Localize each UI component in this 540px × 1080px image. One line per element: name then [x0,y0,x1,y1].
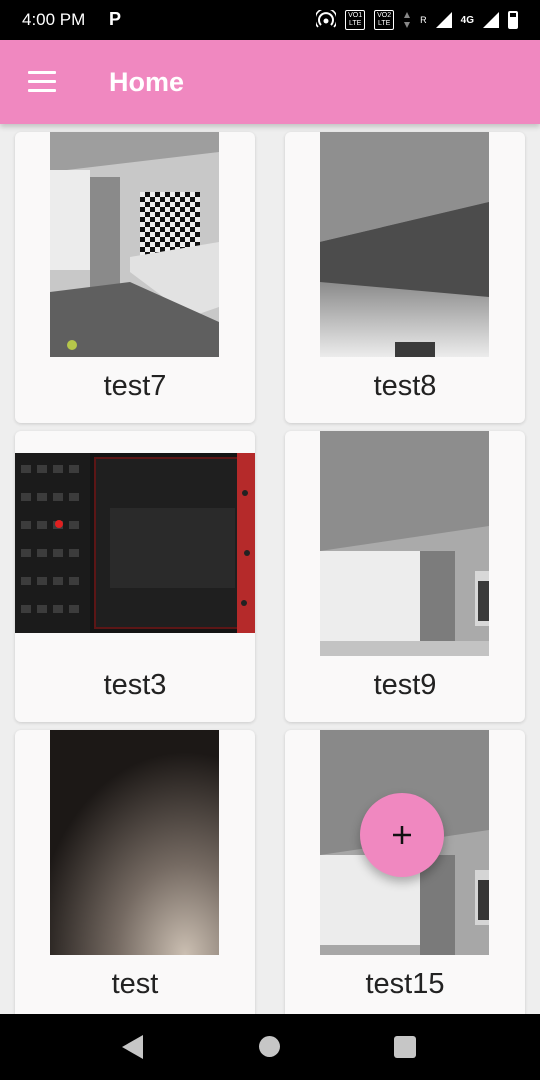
status-icons: VO1 LTE VO2 LTE R 4G [316,9,518,31]
photo-grid[interactable]: test7 test8 test3 test9 test test15 [0,124,540,1014]
vo2-label: VO2 [377,12,392,19]
volte-icon: VO2 LTE [374,10,395,30]
photo-label: test15 [365,968,445,1000]
photo-thumbnail [15,453,255,633]
photo-thumbnail [320,431,489,656]
lte1-label: LTE [348,20,362,27]
recents-icon[interactable] [394,1036,416,1058]
add-photo-button[interactable] [360,793,444,877]
page-title: Home [109,67,185,97]
app-bar: Home [0,40,540,124]
photo-card[interactable]: test8 [285,132,525,423]
photo-thumbnail [50,132,219,357]
signal-icon [483,12,499,28]
photo-label: test7 [103,370,167,402]
photo-card[interactable]: test9 [285,431,525,722]
hotspot-icon [316,10,337,28]
lte2-label: LTE [377,20,391,27]
photo-card[interactable]: test [15,730,255,1014]
home-icon[interactable] [259,1036,280,1057]
menu-icon[interactable] [28,71,56,93]
status-time: 4:00 PM [22,10,86,29]
photo-card[interactable]: test7 [15,132,255,423]
signal-icon [435,12,452,28]
vo1-label: VO1 [348,12,363,19]
plus-icon [393,826,411,844]
photo-thumbnail [320,132,489,357]
volte-icon: VO1 LTE [345,10,366,30]
back-icon[interactable] [122,1035,143,1059]
roaming-label: R [420,15,427,25]
navigation-bar [0,1014,540,1080]
photo-card[interactable]: test3 [15,431,255,722]
app-badge-icon: P [109,9,122,29]
photo-label: test3 [103,669,167,701]
data-arrows-icon [404,12,411,28]
photo-label: test8 [373,370,437,402]
status-bar: 4:00 PM P VO1 LTE VO2 LTE R 4G [0,0,540,40]
network-type: 4G [460,14,474,26]
photo-label: test9 [373,669,437,701]
battery-icon [508,11,518,29]
photo-thumbnail [50,730,219,955]
photo-label: test [111,968,159,1000]
